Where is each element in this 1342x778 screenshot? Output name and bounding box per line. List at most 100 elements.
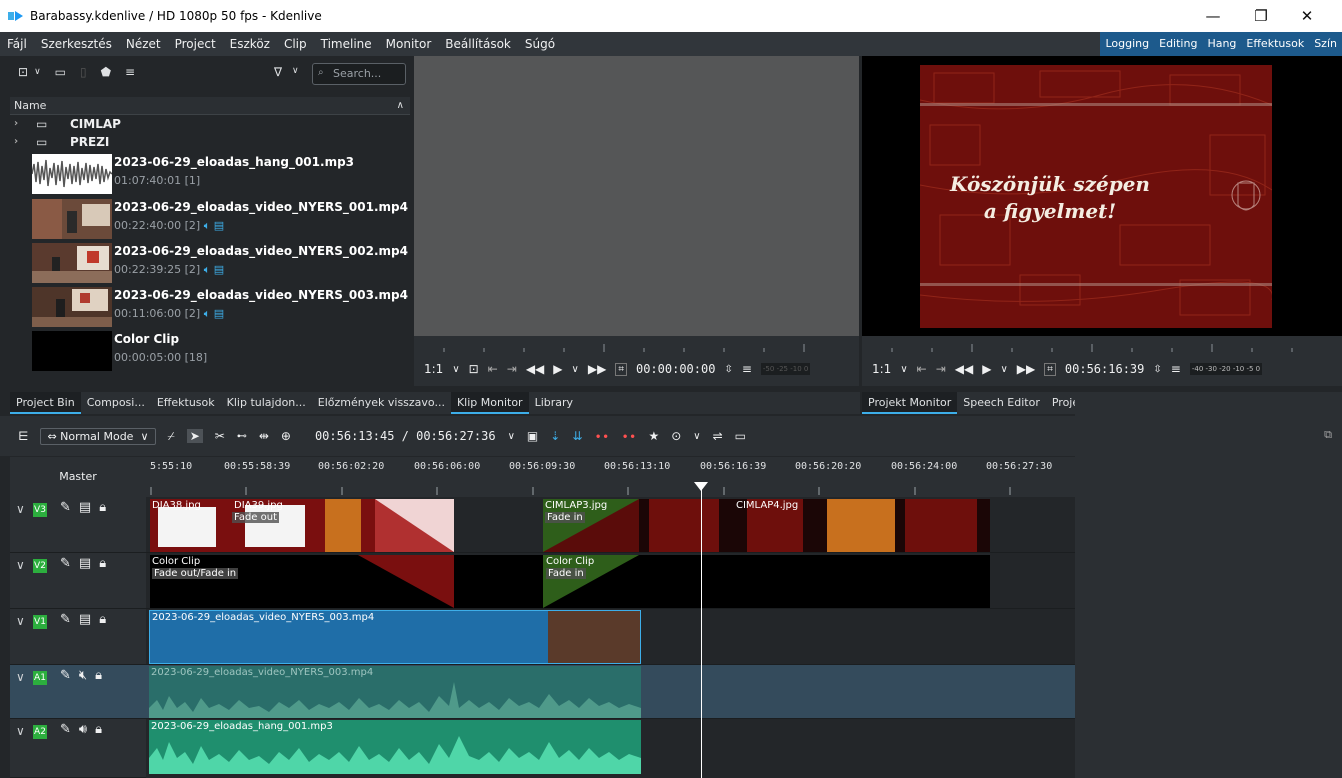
rewind-icon[interactable]: ◀◀ xyxy=(955,362,973,376)
collapse-chevron-icon[interactable]: ∨ xyxy=(16,670,25,684)
mixer-icon[interactable]: ⇌ xyxy=(713,429,723,443)
snap-chevron-icon[interactable]: ∨ xyxy=(693,431,700,442)
track-badge[interactable]: V2 xyxy=(33,559,47,573)
close-button[interactable]: ✕ xyxy=(1284,0,1330,32)
menu-view[interactable]: Nézet xyxy=(119,32,168,56)
menu-settings[interactable]: Beállítások xyxy=(438,32,518,56)
collapse-chevron-icon[interactable]: ∨ xyxy=(16,558,25,572)
timeline-ruler[interactable]: 5:55:10 00:55:58:39 00:56:02:20 00:56:06… xyxy=(146,457,1075,497)
video-toggle-icon[interactable]: ▤ xyxy=(79,612,91,627)
lock-icon[interactable]: 🔒︎ xyxy=(95,668,102,683)
menu-project[interactable]: Project xyxy=(168,32,223,56)
set-out-icon[interactable]: ⇥ xyxy=(936,362,946,376)
chevron-down-icon[interactable]: ∨ xyxy=(34,67,41,77)
mute-icon[interactable]: 🔇︎ xyxy=(79,668,87,683)
track-settings-icon[interactable]: ⋿ xyxy=(18,429,28,443)
audio-clip[interactable]: 2023-06-29_eloadas_video_NYERS_003.mp4 xyxy=(149,666,641,718)
menu-monitor[interactable]: Monitor xyxy=(379,32,439,56)
lock-icon[interactable]: 🔒︎ xyxy=(99,612,106,627)
collapse-chevron-icon[interactable]: ∨ xyxy=(16,614,25,628)
insert-icon[interactable]: ⇣ xyxy=(550,429,560,443)
bin-clip-item[interactable]: 2023-06-29_eloadas_video_NYERS_001.mp4 0… xyxy=(10,197,410,241)
project-monitor-view[interactable]: Köszönjük szépen a figyelmet! xyxy=(862,56,1342,344)
zoom-select[interactable]: 1:1 xyxy=(424,362,443,376)
track-badge[interactable]: V1 xyxy=(33,615,47,629)
zoom-chevron-icon[interactable]: ∨ xyxy=(900,364,907,375)
track-header-a1[interactable]: ∨ A1 ✎ 🔇︎ 🔒︎ xyxy=(10,665,146,719)
clip-monitor-view[interactable] xyxy=(414,56,859,336)
layout-color[interactable]: Szín xyxy=(1309,32,1342,56)
lock-icon[interactable]: 🔒︎ xyxy=(99,556,106,571)
tab-clip-properties[interactable]: Klip tulajdon... xyxy=(221,392,312,414)
folder-icon[interactable]: ▭ xyxy=(55,65,66,79)
video-toggle-icon[interactable]: ▤ xyxy=(79,556,91,571)
lift-icon[interactable]: ∙∙ xyxy=(594,429,609,443)
tab-effects[interactable]: Effektusok xyxy=(151,392,221,414)
monitor-menu-icon[interactable]: ≡ xyxy=(1171,362,1181,376)
playhead-line[interactable] xyxy=(701,482,702,778)
project-timecode[interactable]: 00:56:16:39 xyxy=(1065,362,1144,376)
clip-timecode[interactable]: 00:00:00:00 xyxy=(636,362,715,376)
snap-icon[interactable]: ⊙ xyxy=(671,429,681,443)
timeline-clip[interactable]: Color Clip Fade in xyxy=(454,555,990,608)
extract-icon[interactable]: ∙∙ xyxy=(621,429,636,443)
effects-icon[interactable]: ✎ xyxy=(60,556,71,571)
favorite-icon[interactable]: ★ xyxy=(648,429,659,443)
effects-icon[interactable]: ✎ xyxy=(60,612,71,627)
menu-file[interactable]: Fájl xyxy=(0,32,34,56)
track-badge[interactable]: V3 xyxy=(33,503,47,517)
menu-help[interactable]: Súgó xyxy=(518,32,562,56)
edit-mode-select[interactable]: ⇔ Normal Mode ∨ xyxy=(40,427,156,445)
filter-chevron-icon[interactable]: ∨ xyxy=(292,66,299,76)
sort-chevron-icon[interactable]: ∧ xyxy=(397,97,404,115)
timeline-position[interactable]: 00:56:13:45 / 00:56:27:36 xyxy=(315,429,496,443)
overwrite-icon[interactable]: ⇊ xyxy=(572,429,582,443)
filter-icon[interactable]: ∇ xyxy=(274,65,282,79)
forward-icon[interactable]: ▶▶ xyxy=(1017,362,1035,376)
bin-folder[interactable]: › ▭ PREZI xyxy=(10,133,410,150)
razor-tool-icon[interactable]: ✂ xyxy=(215,429,225,443)
timeline-clip-selected[interactable]: 2023-06-29_eloadas_video_NYERS_003.mp4 xyxy=(149,610,641,664)
tab-project-bin[interactable]: Project Bin xyxy=(10,392,81,414)
lock-icon[interactable]: 🔒︎ xyxy=(95,722,102,737)
play-icon[interactable]: ▶ xyxy=(982,362,991,376)
collapse-chevron-icon[interactable]: ∨ xyxy=(16,502,25,516)
track-badge[interactable]: A2 xyxy=(33,725,47,739)
audio-clip[interactable]: 2023-06-29_eloadas_hang_001.mp3 xyxy=(149,720,641,774)
zoom-chevron-icon[interactable]: ∨ xyxy=(452,364,459,375)
bin-search-input[interactable]: Search... xyxy=(312,63,406,85)
set-in-icon[interactable]: ⇤ xyxy=(917,362,927,376)
position-chevron-icon[interactable]: ∨ xyxy=(508,431,515,442)
bin-folder[interactable]: › ▭ CIMLAP xyxy=(10,115,410,132)
tab-library[interactable]: Library xyxy=(529,392,579,414)
effects-icon[interactable]: ✎ xyxy=(60,668,71,683)
maximize-button[interactable]: ❐ xyxy=(1238,0,1284,32)
timeline-clip[interactable]: DIA38.jpg DIA39.jpg Fade out xyxy=(150,499,454,552)
forward-icon[interactable]: ▶▶ xyxy=(588,362,606,376)
set-out-icon[interactable]: ⇥ xyxy=(507,362,517,376)
set-in-icon[interactable]: ⇤ xyxy=(488,362,498,376)
tab-clip-monitor[interactable]: Klip Monitor xyxy=(450,392,529,414)
timeline-clip[interactable]: Color Clip Fade out/Fade in xyxy=(150,555,454,608)
add-clip-icon[interactable]: ⊡ xyxy=(18,65,28,79)
spin-icon[interactable]: ⇳ xyxy=(1153,364,1161,375)
zoom-select[interactable]: 1:1 xyxy=(872,362,891,376)
effects-icon[interactable]: ✎ xyxy=(60,722,71,737)
layout-editing[interactable]: Editing xyxy=(1154,32,1202,56)
multicam-tool-icon[interactable]: ⊕ xyxy=(281,429,291,443)
select-tool-icon[interactable]: ➤ xyxy=(186,429,203,443)
master-header[interactable]: Master xyxy=(10,457,146,497)
layout-logging[interactable]: Logging xyxy=(1100,32,1154,56)
timeline-clip[interactable]: CIMLAP3.jpg Fade in CIMLAP4.jpg xyxy=(543,499,990,552)
play-chevron-icon[interactable]: ∨ xyxy=(1000,364,1007,375)
menu-timeline[interactable]: Timeline xyxy=(314,32,379,56)
expand-icon[interactable]: › xyxy=(10,118,24,129)
tab-speech-editor[interactable]: Speech Editor xyxy=(957,392,1046,414)
minimize-button[interactable]: — xyxy=(1190,0,1236,32)
layout-effects[interactable]: Effektusok xyxy=(1241,32,1309,56)
undock-icon[interactable]: ⧉ xyxy=(1324,428,1332,442)
tab-project-monitor[interactable]: Projekt Monitor xyxy=(862,392,958,414)
track-header-v3[interactable]: ∨ V3 ✎ ▤ 🔒︎ xyxy=(10,497,146,553)
monitor-menu-icon[interactable]: ≡ xyxy=(742,362,752,376)
video-toggle-icon[interactable]: ▤ xyxy=(79,500,91,515)
